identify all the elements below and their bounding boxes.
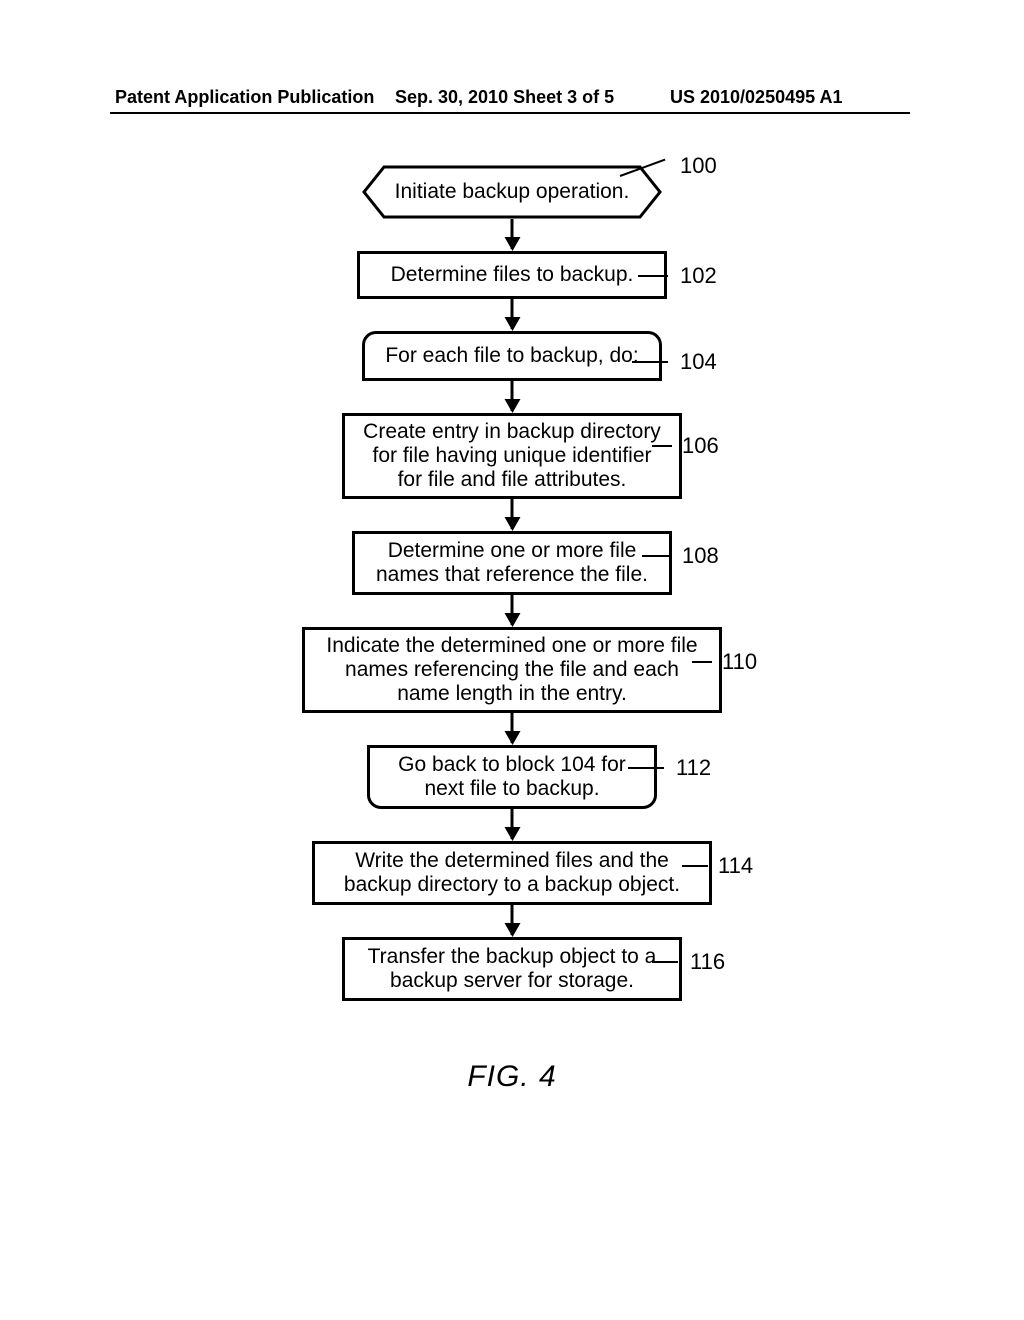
step-104: For each file to backup, do: bbox=[362, 331, 662, 381]
lead-line-106 bbox=[652, 445, 672, 447]
step-106: Create entry in backup directory for fil… bbox=[342, 413, 682, 499]
ref-106: 106 bbox=[682, 433, 719, 459]
ref-110: 110 bbox=[722, 649, 757, 675]
header-rule bbox=[110, 112, 910, 114]
arrow-110-112 bbox=[511, 713, 514, 743]
header-right: US 2010/0250495 A1 bbox=[670, 87, 842, 108]
lead-line-112 bbox=[628, 767, 664, 769]
step-108-text: Determine one or more file names that re… bbox=[369, 539, 655, 587]
figure-label: FIG. 4 bbox=[0, 1060, 1024, 1094]
header-center: Sep. 30, 2010 Sheet 3 of 5 bbox=[395, 87, 614, 108]
page: Patent Application Publication Sep. 30, … bbox=[0, 0, 1024, 1320]
arrow-112-114 bbox=[511, 809, 514, 839]
lead-line-110 bbox=[692, 661, 712, 663]
step-110-text: Indicate the determined one or more file… bbox=[319, 634, 705, 706]
step-104-text: For each file to backup, do: bbox=[385, 344, 638, 368]
step-114-text: Write the determined files and the backu… bbox=[329, 849, 695, 897]
header-left: Patent Application Publication bbox=[115, 87, 374, 108]
arrow-100-102 bbox=[511, 219, 514, 249]
step-100-text: Initiate backup operation. bbox=[395, 180, 630, 204]
ref-104: 104 bbox=[680, 349, 717, 375]
step-112: Go back to block 104 for next file to ba… bbox=[367, 745, 657, 809]
ref-112: 112 bbox=[676, 755, 711, 781]
lead-line-102 bbox=[638, 275, 668, 277]
ref-116: 116 bbox=[690, 949, 725, 975]
lead-line-108 bbox=[642, 555, 672, 557]
step-116: Transfer the backup object to a backup s… bbox=[342, 937, 682, 1001]
step-110: Indicate the determined one or more file… bbox=[302, 627, 722, 713]
arrow-108-110 bbox=[511, 595, 514, 625]
lead-line-116 bbox=[652, 961, 678, 963]
step-116-text: Transfer the backup object to a backup s… bbox=[359, 945, 665, 993]
ref-114: 114 bbox=[718, 853, 753, 879]
step-100: Initiate backup operation. bbox=[362, 165, 662, 219]
step-112-text: Go back to block 104 for next file to ba… bbox=[384, 753, 640, 801]
lead-line-114 bbox=[682, 865, 708, 867]
step-106-text: Create entry in backup directory for fil… bbox=[359, 420, 665, 492]
arrow-104-106 bbox=[511, 381, 514, 411]
arrow-106-108 bbox=[511, 499, 514, 529]
ref-108: 108 bbox=[682, 543, 719, 569]
arrow-114-116 bbox=[511, 905, 514, 935]
arrow-102-104 bbox=[511, 299, 514, 329]
step-102: Determine files to backup. bbox=[357, 251, 667, 299]
step-108: Determine one or more file names that re… bbox=[352, 531, 672, 595]
lead-line-104 bbox=[632, 361, 668, 363]
step-114: Write the determined files and the backu… bbox=[312, 841, 712, 905]
ref-100: 100 bbox=[680, 153, 717, 179]
step-102-text: Determine files to backup. bbox=[391, 263, 634, 287]
ref-102: 102 bbox=[680, 263, 717, 289]
